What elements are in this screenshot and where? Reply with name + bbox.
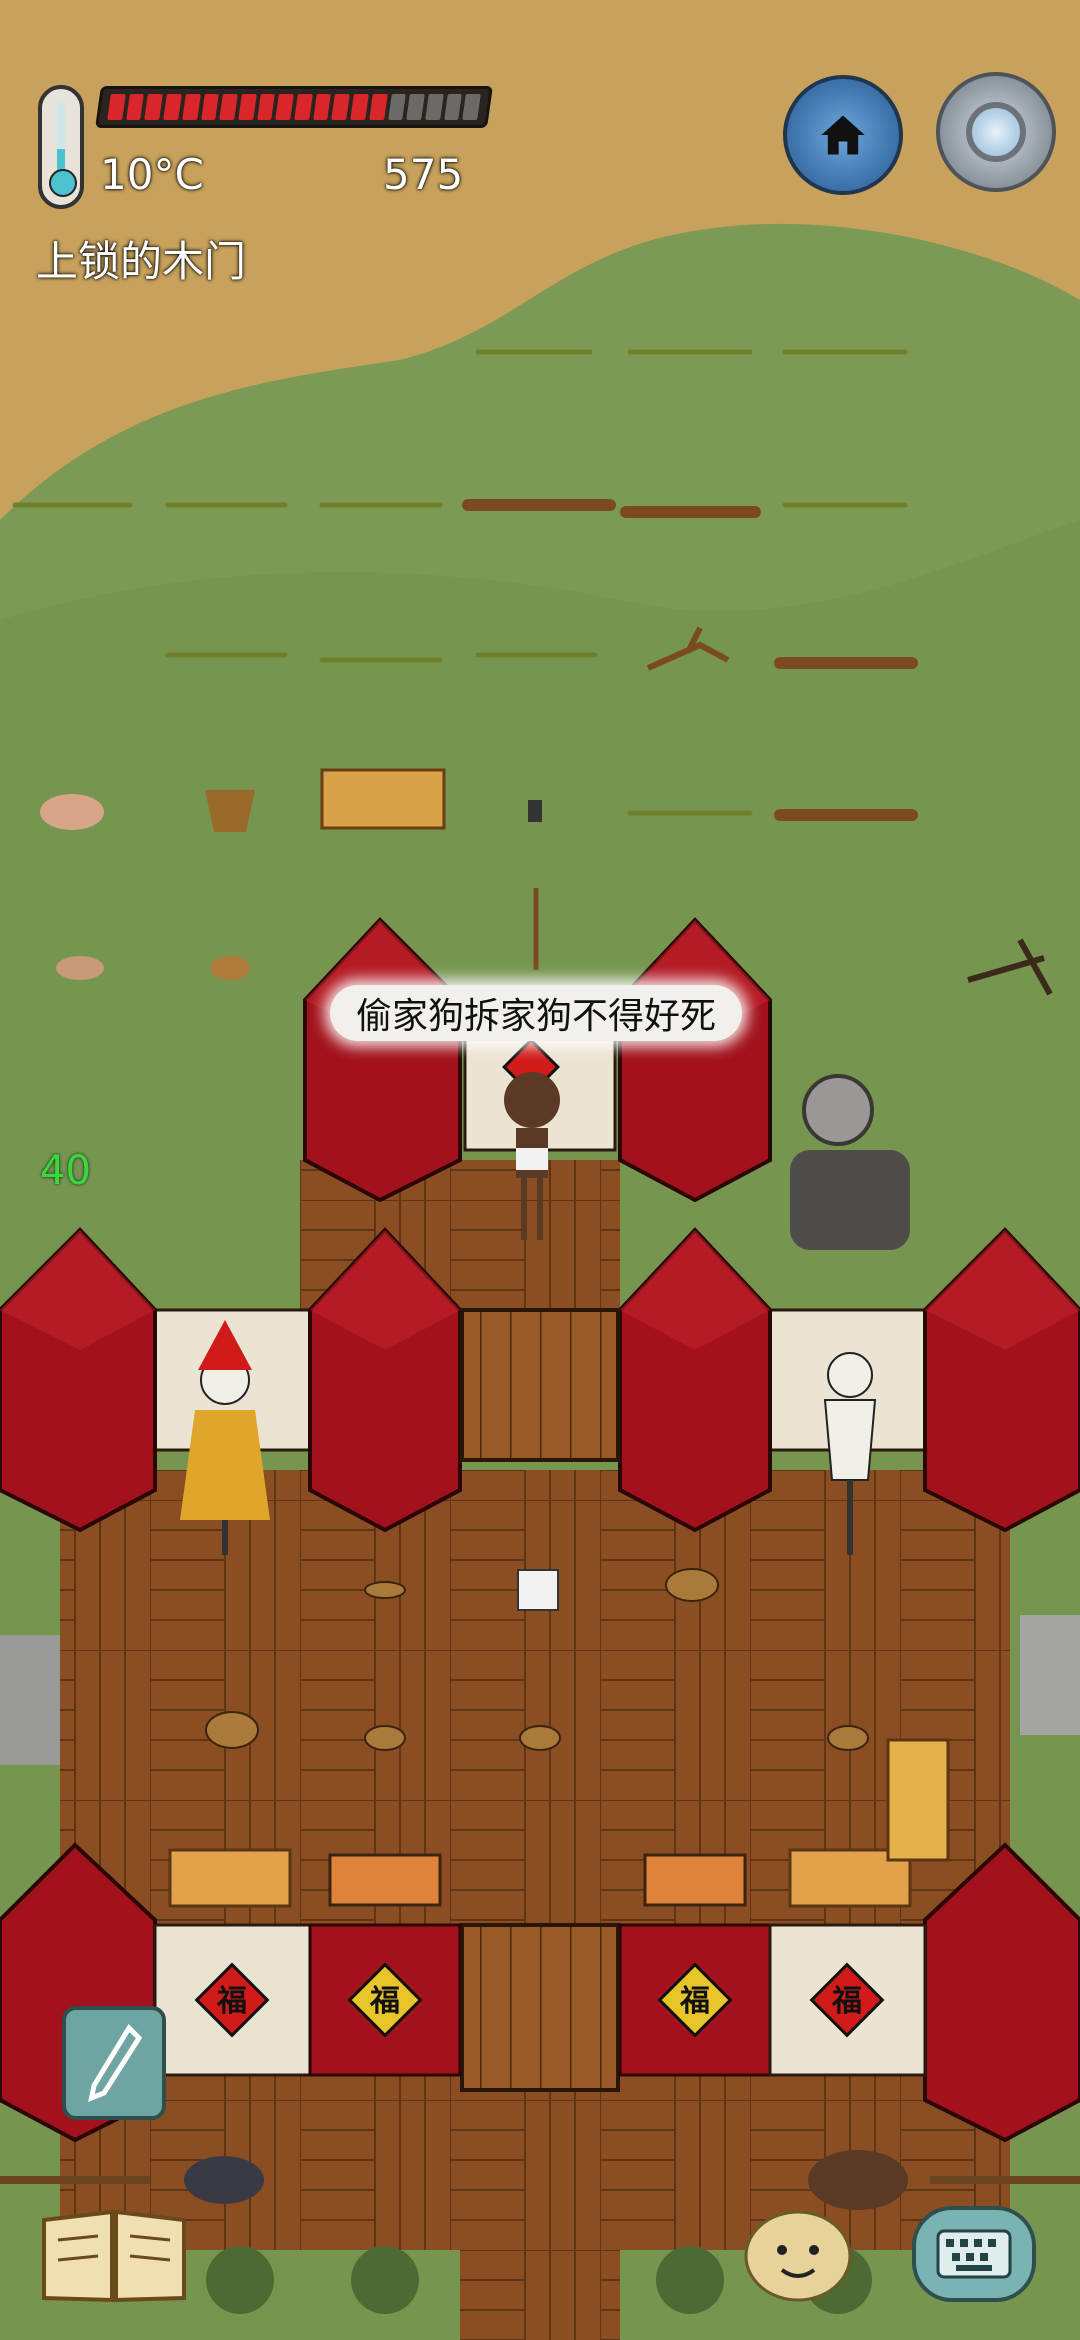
- health-segment: [275, 94, 294, 120]
- health-segment: [406, 94, 425, 120]
- couplet-char: 福: [679, 1984, 710, 2019]
- health-segment: [369, 94, 388, 120]
- health-segment: [462, 94, 481, 120]
- health-segment: [387, 94, 407, 120]
- gear-icon: [966, 102, 1026, 162]
- note-button[interactable]: [62, 2006, 166, 2120]
- open-book-icon: [42, 2209, 186, 2303]
- health-segment: [443, 94, 463, 120]
- health-segment: [256, 94, 276, 120]
- score-label: 575: [383, 150, 464, 199]
- pencil-icon: [88, 2023, 143, 2103]
- thermometer-icon: [38, 85, 84, 209]
- couplet-char: 福: [216, 1984, 247, 2019]
- emote-button[interactable]: [742, 2208, 854, 2304]
- health-segment: [331, 94, 350, 120]
- health-segment: [163, 94, 182, 120]
- game-world[interactable]: 福 福 福 福: [0, 0, 1080, 2340]
- health-segment: [181, 94, 201, 120]
- health-segment: [425, 94, 444, 120]
- home-button[interactable]: [783, 75, 903, 195]
- home-icon: [821, 115, 865, 155]
- hovered-object-name: 上锁的木门: [36, 237, 247, 286]
- chat-keyboard-button[interactable]: [912, 2206, 1036, 2302]
- keyboard-icon: [936, 2229, 1012, 2279]
- health-segment: [219, 94, 238, 120]
- chat-bubble: 偷家狗拆家狗不得好死: [330, 985, 742, 1041]
- health-segment: [238, 94, 257, 120]
- potato-face-icon: [744, 2210, 852, 2302]
- settings-button[interactable]: [936, 72, 1056, 192]
- health-segment: [125, 94, 145, 120]
- health-segment: [144, 94, 163, 120]
- resource-counter: 40: [40, 1148, 91, 1194]
- health-segment: [200, 94, 220, 120]
- temperature-label: 10°C: [100, 150, 204, 199]
- health-segment: [350, 94, 369, 120]
- health-segment: [294, 94, 313, 120]
- couplet-char: 福: [369, 1984, 400, 2019]
- health-segment: [107, 94, 126, 120]
- recipe-book-button[interactable]: [40, 2206, 188, 2306]
- health-bar: [95, 86, 493, 128]
- health-segment: [312, 94, 332, 120]
- couplet-char: 福: [831, 1984, 862, 2019]
